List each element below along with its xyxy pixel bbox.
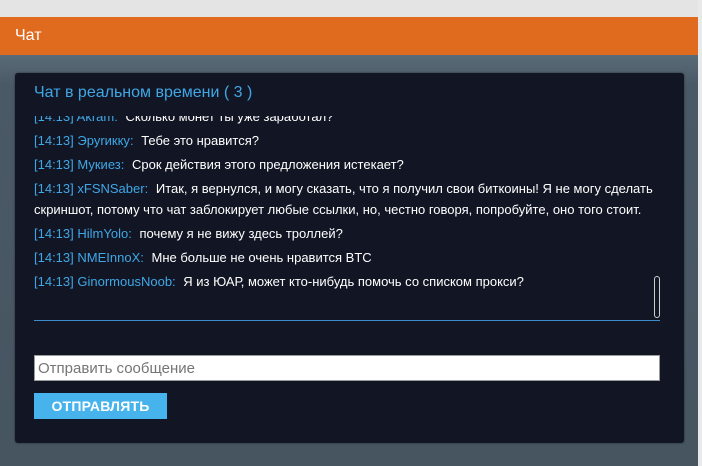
page-top-bar	[0, 0, 698, 17]
chat-message: [14:13] NMEInnoX: Мне больше не очень нр…	[34, 247, 654, 268]
message-username[interactable]: HilmYolo	[77, 226, 128, 241]
message-input[interactable]	[34, 355, 660, 381]
message-text: почему я не вижу здесь троллей?	[139, 226, 343, 241]
message-time: [14:13]	[34, 157, 74, 172]
message-separator: :	[114, 116, 118, 124]
message-separator: :	[128, 226, 132, 241]
page-header: Чат	[0, 17, 698, 55]
message-text: Мне больше не очень нравится BTC	[151, 250, 372, 265]
send-button[interactable]: ОТПРАВЛЯТЬ	[34, 393, 167, 419]
message-text: Срок действия этого предложения истекает…	[131, 157, 404, 172]
message-time: [14:13]	[34, 250, 74, 265]
chat-title: Чат в реальном времени ( 3 )	[34, 84, 253, 101]
message-username[interactable]: NMEInnoX	[77, 250, 140, 265]
message-username[interactable]: xFSNSaber	[77, 181, 144, 196]
message-separator: :	[120, 157, 125, 172]
message-separator: :	[129, 133, 134, 148]
chat-message: [14:13] xFSNSaber: Итак, я вернулся, и м…	[34, 178, 654, 220]
message-username[interactable]: GinormousNoob	[77, 274, 172, 289]
message-time: [14:13]	[34, 274, 74, 289]
chat-message: [14:13] GinormousNoob: Я из ЮАР, может к…	[34, 271, 654, 292]
message-separator: :	[140, 250, 144, 265]
message-text: Я из ЮАР, может кто-нибудь помочь со спи…	[183, 274, 524, 289]
chat-message: [14:13] Эруrикку: Тебе это нравится?	[34, 130, 654, 151]
chat-message: [14:13] Akram: Сколько монет ты уже зара…	[34, 116, 654, 127]
message-separator: :	[172, 274, 176, 289]
message-time: [14:13]	[34, 116, 74, 124]
message-username[interactable]: Akram	[77, 116, 115, 124]
message-username[interactable]: Эруrикку	[77, 133, 130, 148]
page-gutter	[698, 0, 702, 466]
message-username[interactable]: Мукиез	[77, 157, 120, 172]
chat-panel: Чат в реальном времени ( 3 ) [14:13] Akr…	[15, 73, 684, 443]
chat-message: [14:13] HilmYolo: почему я не вижу здесь…	[34, 223, 654, 244]
message-list: [14:13] Akram: Сколько монет ты уже зара…	[34, 116, 654, 295]
message-time: [14:13]	[34, 133, 74, 148]
message-time: [14:13]	[34, 181, 74, 196]
chat-message: [14:13] Мукиез: Срок действия этого пред…	[34, 154, 654, 175]
message-time: [14:13]	[34, 226, 74, 241]
message-text: Сколько монет ты уже заработал?	[125, 116, 334, 124]
page-title: Чат	[15, 27, 42, 44]
scrollbar-thumb[interactable]	[654, 276, 660, 318]
message-text: Тебе это нравится?	[141, 133, 260, 148]
chat-messages[interactable]: [14:13] Akram: Сколько монет ты уже зара…	[34, 116, 660, 321]
message-separator: :	[144, 181, 149, 196]
